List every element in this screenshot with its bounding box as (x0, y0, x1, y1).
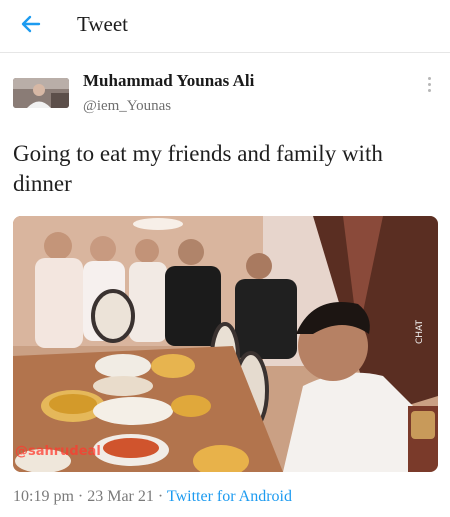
tweet-time: 10:19 pm (13, 488, 74, 505)
tweet-photo[interactable]: @sahrudeal CHAT (13, 216, 438, 472)
meta-separator: · (77, 488, 84, 505)
tweet-meta: 10:19 pm · 23 Mar 21 · Twitter for Andro… (13, 488, 292, 506)
more-vertical-icon (423, 74, 435, 92)
tweet-text: Going to eat my friends and family with … (13, 141, 383, 196)
page-title: Tweet (77, 12, 129, 36)
top-bar: Tweet (0, 0, 450, 53)
author-name[interactable]: Muhammad Younas Ali (83, 71, 254, 91)
more-options-button[interactable] (423, 74, 435, 94)
tweet-source-link[interactable]: Twitter for Android (167, 488, 292, 505)
back-button[interactable] (18, 11, 44, 37)
photo-corner-label: CHAT (415, 319, 425, 344)
photo-watermark: @sahrudeal (15, 444, 101, 459)
avatar[interactable] (13, 78, 69, 108)
meta-separator: · (157, 488, 164, 505)
arrow-left-icon (21, 15, 41, 33)
author-handle[interactable]: @iem_Younas (83, 98, 171, 115)
tweet-date: 23 Mar 21 (87, 488, 154, 505)
